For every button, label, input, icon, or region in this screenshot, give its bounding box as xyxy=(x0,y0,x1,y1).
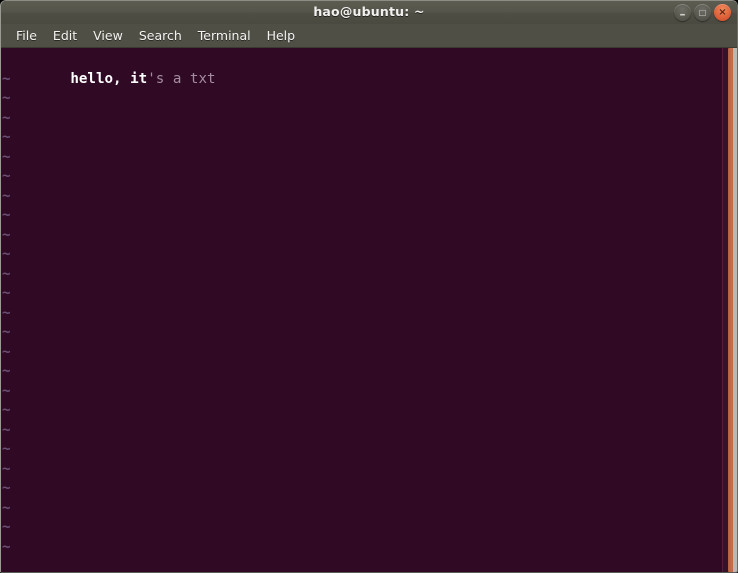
tilde-marker: ~ xyxy=(2,70,11,87)
tilde-marker: ~ xyxy=(2,441,11,457)
tilde-marker: ~ xyxy=(2,129,11,145)
vim-empty-line: ~ xyxy=(2,499,719,519)
tilde-marker: ~ xyxy=(2,324,11,340)
vim-empty-line: ~ xyxy=(2,343,719,363)
menu-item-search[interactable]: Search xyxy=(131,26,190,46)
menu-item-file[interactable]: File xyxy=(8,26,45,46)
tilde-marker: ~ xyxy=(2,187,11,204)
window-title: hao@ubuntu: ~ xyxy=(313,4,425,19)
tilde-marker: ~ xyxy=(2,499,11,516)
vim-empty-line: ~ xyxy=(2,323,719,343)
terminal-window: hao@ubuntu: ~ – □ × File Edit View Searc… xyxy=(0,0,738,573)
tilde-marker: ~ xyxy=(2,402,11,418)
menu-item-edit[interactable]: Edit xyxy=(45,26,85,46)
tilde-marker: ~ xyxy=(2,226,11,243)
maximize-button[interactable]: □ xyxy=(694,4,711,21)
vim-empty-line: ~ xyxy=(2,304,719,324)
window-controls: – □ × xyxy=(674,4,731,21)
menu-item-terminal[interactable]: Terminal xyxy=(190,26,259,46)
window-right-edge xyxy=(733,48,737,572)
tilde-marker: ~ xyxy=(2,343,11,360)
tilde-marker: ~ xyxy=(2,538,11,555)
tilde-marker: ~ xyxy=(2,109,11,126)
buffer-line-1: hello, it's a txt xyxy=(2,50,719,87)
buffer-text-plain: hello, it xyxy=(70,70,148,87)
tilde-marker: ~ xyxy=(2,480,11,496)
vim-empty-line: ~ xyxy=(2,362,719,382)
tilde-marker: ~ xyxy=(2,265,11,282)
vim-empty-line: ~ xyxy=(2,226,719,246)
vim-empty-line: ~ xyxy=(2,89,719,109)
tilde-marker: ~ xyxy=(2,285,11,301)
vim-empty-line: ~ xyxy=(2,245,719,265)
vim-empty-line: ~ xyxy=(2,518,719,538)
tilde-marker: ~ xyxy=(2,421,11,438)
terminal-body[interactable]: hello, it's a txt ~ ~ ~ ~ ~ ~ ~ ~ ~ ~ ~ ~ ~ ~ ~ ~ ~ ~ ~ ~ ~ ~… xyxy=(1,48,737,572)
vim-empty-line: ~ xyxy=(2,460,719,480)
tilde-marker: ~ xyxy=(2,382,11,399)
tilde-marker: ~ xyxy=(2,148,11,165)
vim-empty-line: ~ xyxy=(2,109,719,129)
vim-empty-line: ~ xyxy=(2,128,719,148)
vim-empty-line: ~ xyxy=(2,265,719,285)
vim-empty-line: ~ xyxy=(2,284,719,304)
vim-empty-line: ~ xyxy=(2,167,719,187)
vim-empty-line: ~ xyxy=(2,187,719,207)
vim-command-line: :wq xyxy=(2,557,719,572)
menu-item-view[interactable]: View xyxy=(85,26,131,46)
menu-bar: File Edit View Search Terminal Help xyxy=(1,24,737,48)
vim-empty-line: ~ xyxy=(2,401,719,421)
title-bar[interactable]: hao@ubuntu: ~ – □ × xyxy=(1,1,737,25)
vim-empty-line: ~ xyxy=(2,382,719,402)
vim-empty-line: ~ xyxy=(2,421,719,441)
tilde-marker: ~ xyxy=(2,207,11,223)
minimize-button[interactable]: – xyxy=(674,4,691,21)
minimize-icon: – xyxy=(679,7,686,21)
vim-empty-line: ~ xyxy=(2,206,719,226)
buffer-text-string: 's a txt xyxy=(147,70,216,87)
menu-item-help[interactable]: Help xyxy=(259,26,304,46)
tilde-marker: ~ xyxy=(2,519,11,535)
tilde-marker: ~ xyxy=(2,460,11,477)
tilde-marker: ~ xyxy=(2,246,11,262)
tilde-marker: ~ xyxy=(2,90,11,106)
tilde-marker: ~ xyxy=(2,168,11,184)
close-button[interactable]: × xyxy=(714,4,731,21)
vim-empty-line: ~ xyxy=(2,148,719,168)
vim-empty-line: ~ xyxy=(2,440,719,460)
maximize-icon: □ xyxy=(698,7,707,17)
vim-empty-line: ~ xyxy=(2,538,719,558)
close-icon: × xyxy=(718,6,727,18)
vim-buffer[interactable]: hello, it's a txt ~ ~ ~ ~ ~ ~ ~ ~ ~ ~ ~ ~ ~ ~ ~ ~ ~ ~ ~ ~ ~ ~… xyxy=(1,48,719,572)
tilde-marker: ~ xyxy=(2,363,11,379)
vim-empty-line: ~ xyxy=(2,479,719,499)
vim-empty-lines: ~ ~ ~ ~ ~ ~ ~ ~ ~ ~ ~ ~ ~ ~ ~ ~ ~ ~ ~ ~ ~ ~ ~ ~ ~ xyxy=(2,70,719,558)
tilde-marker: ~ xyxy=(2,304,11,321)
